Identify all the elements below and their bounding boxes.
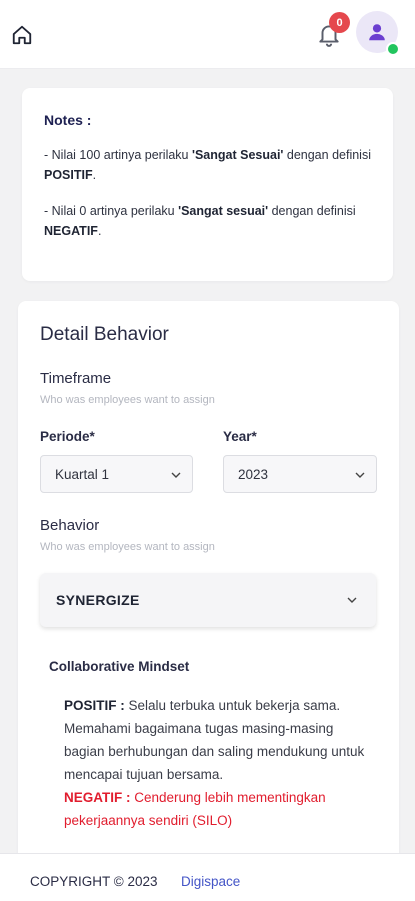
behavior-description: POSITIF : Selalu terbuka untuk bekerja s…: [64, 694, 370, 832]
user-icon: [369, 24, 385, 41]
notification-badge: 0: [329, 12, 350, 33]
note-negative: - Nilai 0 artinya perilaku 'Sangat sesua…: [44, 204, 356, 238]
note-positive: - Nilai 100 artinya perilaku 'Sangat Ses…: [44, 148, 371, 182]
detail-behavior-card: Detail Behavior Timeframe Who was employ…: [18, 301, 399, 861]
online-status-dot: [386, 42, 400, 56]
periode-select[interactable]: Kuartal 1: [40, 455, 193, 493]
notes-title: Notes :: [44, 112, 92, 128]
year-select[interactable]: 2023: [223, 455, 377, 493]
behavior-value: SYNERGIZE: [56, 592, 140, 608]
copyright-text: COPYRIGHT © 2023: [30, 874, 158, 889]
periode-label: Periode*: [40, 429, 95, 444]
footer: COPYRIGHT © 2023 Digispace: [0, 853, 415, 901]
chevron-down-icon: [355, 472, 365, 478]
chevron-down-icon: [347, 597, 357, 603]
section-title: Detail Behavior: [40, 324, 169, 345]
year-label: Year*: [223, 429, 257, 444]
home-icon[interactable]: [11, 24, 33, 46]
chevron-down-icon: [171, 472, 181, 478]
negatif-label: NEGATIF :: [64, 790, 131, 805]
periode-value: Kuartal 1: [55, 467, 110, 482]
timeframe-hint: Who was employees want to assign: [40, 394, 215, 406]
timeframe-label: Timeframe: [40, 370, 112, 387]
behavior-hint: Who was employees want to assign: [40, 541, 215, 553]
year-value: 2023: [238, 467, 269, 482]
top-navbar: 0: [0, 0, 415, 69]
behavior-select[interactable]: SYNERGIZE: [40, 573, 376, 627]
positif-label: POSITIF :: [64, 698, 125, 713]
behavior-subtitle: Collaborative Mindset: [49, 659, 190, 674]
brand-link[interactable]: Digispace: [181, 874, 240, 889]
behavior-label: Behavior: [40, 517, 100, 534]
notes-card: Notes : - Nilai 100 artinya perilaku 'Sa…: [22, 88, 393, 281]
